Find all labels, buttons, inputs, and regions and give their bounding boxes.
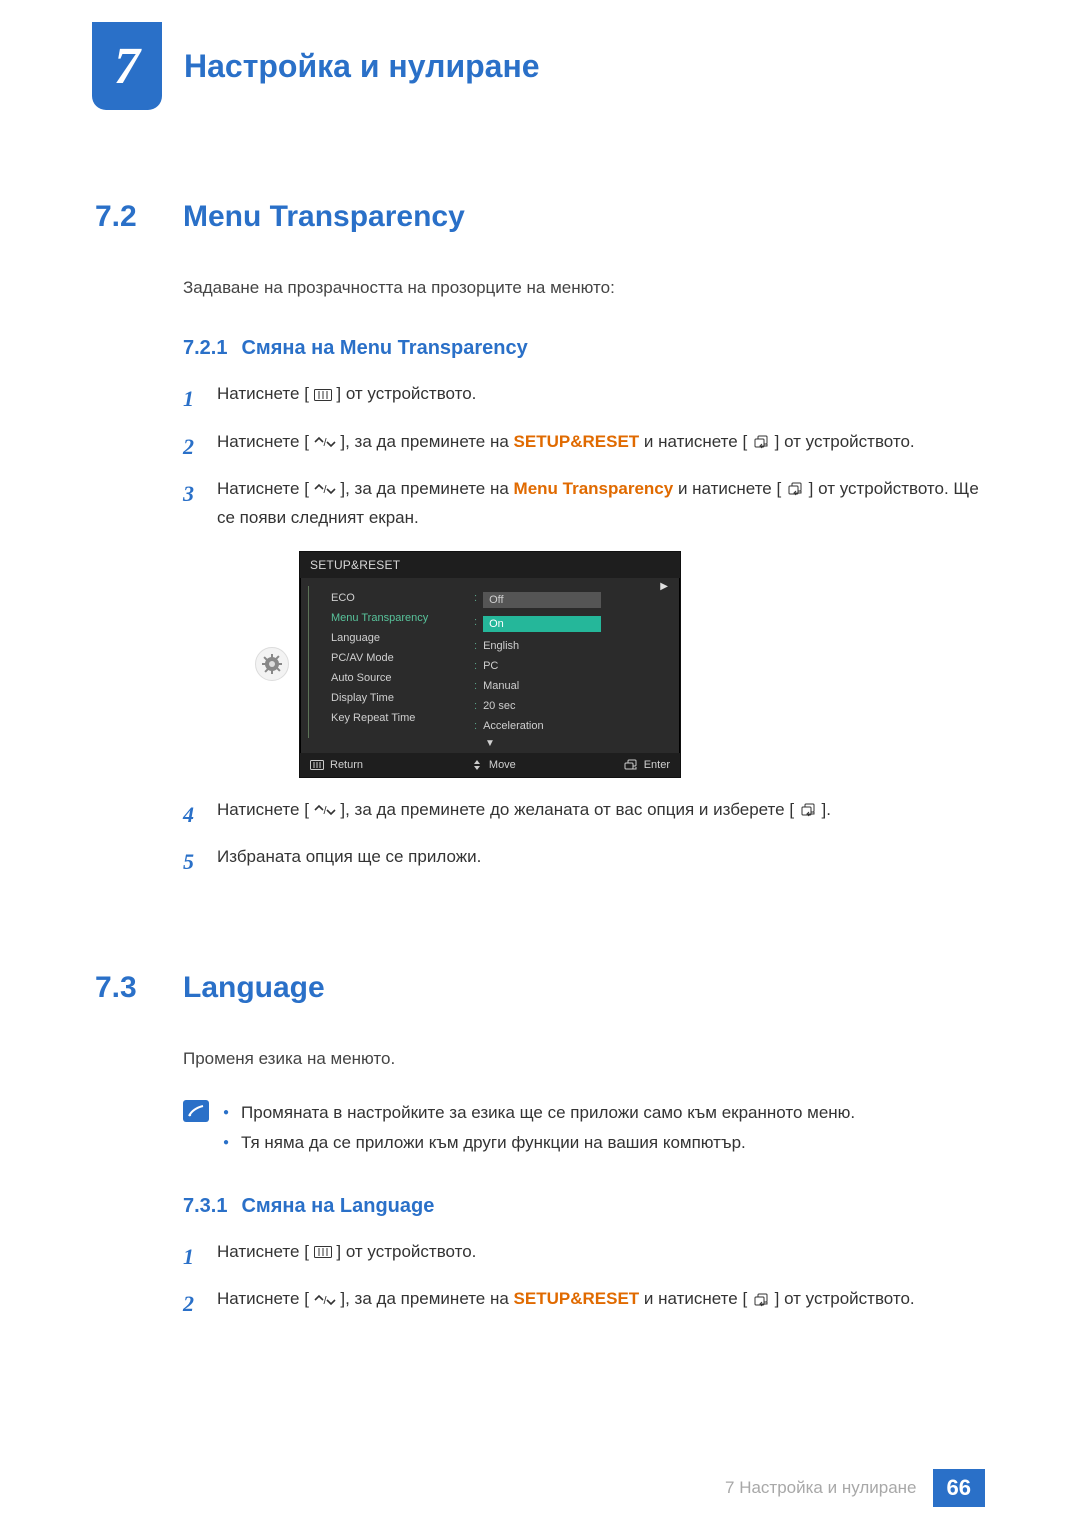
step-number: 2: [183, 428, 203, 465]
steps-7-2-1-cont: 4 Натиснете [ / ], за да преминете до же…: [183, 796, 985, 881]
step-text: и натиснете [: [678, 479, 781, 498]
section-7-2-heading: 7.2 Menu Transparency: [95, 200, 985, 234]
step-number: 2: [183, 1285, 203, 1322]
section-title: Language: [183, 971, 325, 1005]
step-text: ] от устройството.: [336, 1242, 476, 1261]
section-7-2-intro: Задаване на прозрачността на прозорците …: [183, 274, 985, 301]
subsection-number: 7.2.1: [183, 337, 227, 359]
step-1: 1 Натиснете [ ] от устройството.: [183, 380, 985, 417]
subsection-number: 7.3.1: [183, 1195, 227, 1217]
osd-item-auto-source: Auto Source: [331, 672, 466, 684]
osd-item-language: Language: [331, 632, 466, 644]
osd-item-eco: ECO: [331, 592, 466, 604]
page-number: 66: [933, 1469, 985, 1507]
footer-chapter-label: 7 Настройка и нулиране: [725, 1478, 917, 1498]
chapter-header: 7 Настройка и нулиране: [0, 0, 1080, 110]
step-text: ], за да преминете до желаната от вас оп…: [340, 800, 794, 819]
step-text: и натиснете [: [644, 432, 747, 451]
osd-foot-return: Return: [310, 759, 363, 771]
step-text: Натиснете [: [217, 1242, 309, 1261]
section-title: Menu Transparency: [183, 200, 465, 234]
step-2: 2 Натиснете [ / ], за да преминете на SE…: [183, 428, 985, 465]
triangle-right-icon: ▶: [660, 581, 668, 592]
osd-value-key-repeat: Acceleration: [483, 720, 544, 732]
up-down-icon: /: [314, 1294, 336, 1306]
osd-item-key-repeat: Key Repeat Time: [331, 712, 466, 724]
enter-icon: [786, 482, 804, 496]
step-number: 5: [183, 843, 203, 880]
step-3: 3 Натиснете [ / ], за да преминете на Me…: [183, 475, 985, 533]
page-footer: 7 Настройка и нулиране 66: [0, 1469, 1080, 1507]
step-text: Натиснете [: [217, 479, 309, 498]
enter-icon: [752, 435, 770, 449]
note-text: Промяната в настройките за езика ще се п…: [241, 1098, 855, 1129]
subsection-7-2-1-heading: 7.2.1 Смяна на Menu Transparency: [183, 337, 985, 360]
step-5: 5 Избраната опция ще се приложи.: [183, 843, 985, 880]
chapter-title: Настройка и нулиране: [184, 48, 540, 85]
bullet-icon: ●: [223, 1098, 229, 1129]
note-icon: [183, 1100, 209, 1122]
step-number: 3: [183, 475, 203, 533]
step-text: ] от устройството.: [775, 432, 915, 451]
step-1: 1 Натиснете [ ] от устройството.: [183, 1238, 985, 1275]
osd-value-language: English: [483, 640, 519, 652]
enter-icon: [752, 1293, 770, 1307]
highlight-setup-reset: SETUP&RESET: [514, 1289, 640, 1308]
step-4: 4 Натиснете [ / ], за да преминете до же…: [183, 796, 985, 833]
highlight-menu-transparency: Menu Transparency: [514, 479, 674, 498]
bullet-icon: ●: [223, 1128, 229, 1159]
steps-7-2-1: 1 Натиснете [ ] от устройството. 2 Натис…: [183, 380, 985, 533]
menu-icon: [314, 389, 332, 401]
osd-foot-enter: Enter: [624, 759, 670, 771]
osd-item-menu-transparency: Menu Transparency: [331, 612, 466, 624]
step-text: Избраната опция ще се приложи.: [217, 843, 985, 880]
step-2: 2 Натиснете [ / ], за да преминете на SE…: [183, 1285, 985, 1322]
osd-item-pcav: PC/AV Mode: [331, 652, 466, 664]
osd-foot-move: Move: [471, 759, 516, 771]
osd-title: SETUP&RESET: [300, 552, 680, 578]
note-text: Тя няма да се приложи към други функции …: [241, 1128, 746, 1159]
section-number: 7.2: [95, 200, 155, 234]
section-number: 7.3: [95, 971, 155, 1005]
step-number: 1: [183, 1238, 203, 1275]
section-7-3-heading: 7.3 Language: [95, 971, 985, 1005]
step-text: Натиснете [: [217, 384, 309, 403]
triangle-down-icon: ▼: [300, 738, 680, 753]
step-number: 4: [183, 796, 203, 833]
osd-item-display-time: Display Time: [331, 692, 466, 704]
step-text: ] от устройството.: [336, 384, 476, 403]
note-item: ● Промяната в настройките за езика ще се …: [223, 1098, 855, 1129]
step-text: ], за да преминете на: [340, 1289, 513, 1308]
up-down-icon: /: [314, 483, 336, 495]
step-text: ], за да преминете на: [340, 479, 513, 498]
step-text: Натиснете [: [217, 432, 309, 451]
step-number: 1: [183, 380, 203, 417]
step-text: Натиснете [: [217, 800, 309, 819]
menu-icon: [314, 1246, 332, 1258]
note-block: ● Промяната в настройките за езика ще се …: [183, 1098, 985, 1159]
osd-option-on: On: [483, 616, 601, 632]
osd-screenshot: SETUP&RESET ▶ ECO Menu Transparency Lang…: [255, 551, 985, 778]
step-text: ], за да преминете на: [340, 432, 513, 451]
osd-option-off: Off: [483, 592, 601, 608]
osd-value-display-time: 20 sec: [483, 700, 515, 712]
step-text: ].: [822, 800, 831, 819]
up-down-icon: /: [314, 804, 336, 816]
chapter-number-badge: 7: [92, 22, 162, 110]
osd-value-pcav: PC: [483, 660, 498, 672]
note-item: ● Тя няма да се приложи към други функции…: [223, 1128, 855, 1159]
steps-7-3-1: 1 Натиснете [ ] от устройството. 2 Натис…: [183, 1238, 985, 1323]
up-down-icon: /: [314, 436, 336, 448]
section-7-3-intro: Променя езика на менюто.: [183, 1045, 985, 1072]
step-text: Натиснете [: [217, 1289, 309, 1308]
osd-value-auto: Manual: [483, 680, 519, 692]
subsection-title: Смяна на Menu Transparency: [241, 337, 527, 359]
highlight-setup-reset: SETUP&RESET: [514, 432, 640, 451]
gear-icon: [255, 647, 289, 681]
enter-icon: [799, 803, 817, 817]
step-text: ] от устройството.: [775, 1289, 915, 1308]
subsection-7-3-1-heading: 7.3.1 Смяна на Language: [183, 1195, 985, 1218]
step-text: и натиснете [: [644, 1289, 747, 1308]
subsection-title: Смяна на Language: [241, 1195, 434, 1217]
